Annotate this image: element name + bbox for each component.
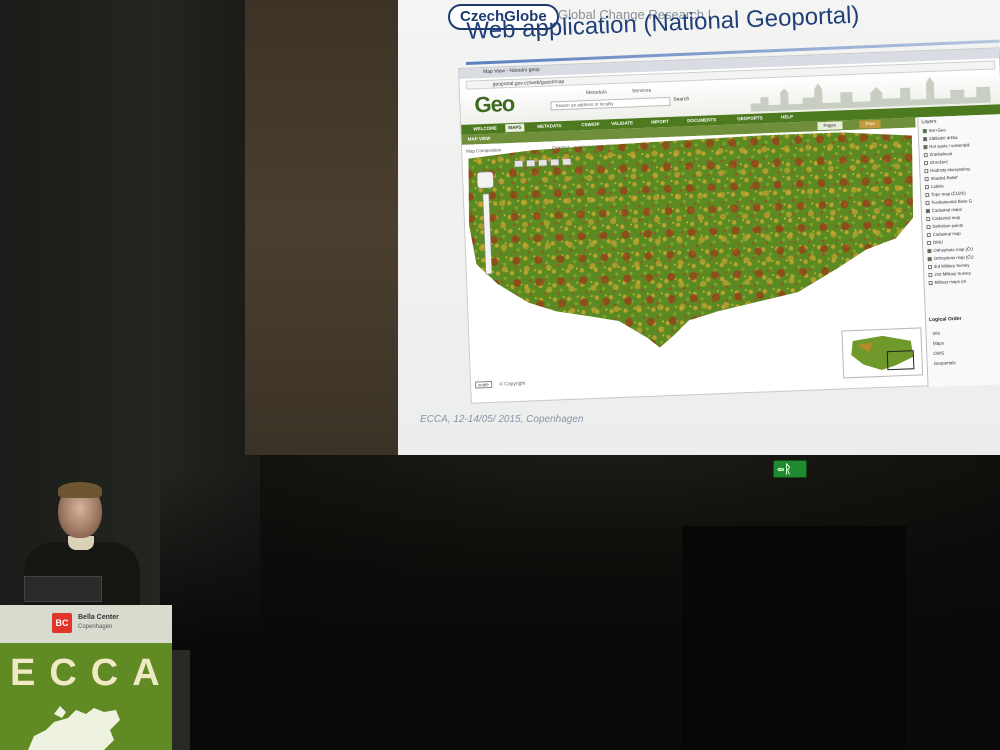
services-link: Services [631,87,652,95]
layer-checkbox [923,144,928,150]
layer-checkbox [925,208,930,214]
map-viewport: Map Composition Overlays - overlays e-pr… [461,127,926,393]
lecture-hall: CzechGlobe Global Change Research I Web … [0,0,1000,750]
bella-center-name: Bella Center [78,614,119,621]
nav-validate: VALIDATE [611,120,634,127]
exit-sign: ⇦ᚱ [773,460,807,478]
layer-checkbox [926,232,931,237]
layer-checkbox [924,168,929,174]
europe-map-icon [28,706,120,750]
layer-label: Cadastral map [932,230,961,237]
layer-checkbox [923,160,929,166]
layer-checkbox [924,184,929,190]
metadata-link: Metadata [585,89,608,97]
layer-label: Orthophoto map (ČÚ [933,246,974,253]
layer-label: Shaded Relief [930,174,958,181]
layer-label: Hodnoty ekosystému [930,166,971,173]
nav-maps: MAPS [505,123,525,133]
layer-label: Military maps (re [934,278,967,285]
presenter-hair [58,482,102,498]
browser-tab: Map View - Národní geop [483,66,540,76]
nav-documents: DOCUMENTS [687,117,717,124]
layers-title: Layers [921,118,937,126]
search-placeholder: Search an address or locality [555,101,614,109]
exit-running-man-icon: ⇦ᚱ [777,462,792,476]
layer-tree: Sm+Geo Základní držba Hot spots / vulnerab… [922,124,1000,287]
layer-checkbox [927,264,933,269]
layer-checkbox [927,256,932,261]
layer-label: 2nd Military Survey [934,270,971,277]
laptop [24,576,102,602]
layer-label: Labels [930,183,944,189]
layer-label: Orthophoto map (ČÚ [933,254,974,261]
dark-doorway [682,526,906,750]
scale-widget: scale [475,380,492,389]
presenter-collar [68,536,94,550]
map-toolbar-text: Map Composition [466,147,502,153]
overview-minimap [841,327,924,379]
layer-checkbox [928,280,933,285]
layer-label: 3rd Military Survey [933,262,970,269]
slide-footer: ECCA, 12-14/05/ 2015, Copenhagen [420,414,584,425]
layer-label: Hot spots / vulnerabil [929,142,970,149]
nav-import: IMPORT [651,118,669,125]
layer-checkbox [928,272,933,277]
nav-geoports: GEOPORTS [737,115,763,122]
nav-csw: CSW/OP [581,121,600,128]
layer-label: Sm+Geo [928,127,946,133]
layers-panel: Layers Sm+Geo Základní držba Hot spots / v… [917,114,1000,388]
print-button: Print [859,119,881,129]
nav-welcome: WELCOME [473,125,497,132]
nav-help: HELP [781,114,794,120]
search-button: Search [673,96,690,103]
geoportal-search-input: Search an address or locality [550,96,671,111]
lectern-ecca-title: ECCA [10,652,174,694]
layer-label: Cadastral maps [931,206,962,213]
layer-checkbox [926,224,931,229]
panel-link: Geoportals [933,360,956,366]
panel-links: Info Maps OWS Geoportals [932,330,956,371]
layer-checkbox [925,200,930,206]
geoportal-logo: Geo [473,90,515,118]
layer-checkbox [927,248,932,253]
map-copyright: © Copyright [499,380,526,388]
panel-tab-logical-order: Logical Order [928,315,962,324]
layer-label: Základní držba [928,134,958,141]
pages-button: Pages [817,121,843,131]
bella-center-logo-icon: BC [52,613,72,633]
projection-screen-shadow [245,0,415,455]
map-view-label: MAP VIEW [467,135,491,142]
layer-label: Fundamental Base G [931,198,973,205]
layer-label: Cadastral map [932,214,961,221]
layer-label: Topo map (ČÚZK) [931,190,966,197]
layer-checkbox [924,176,929,182]
layer-checkbox [922,136,928,142]
layer-checkbox [926,216,931,221]
layer-label: Ohrožení [929,159,948,165]
layer-checkbox [925,192,930,198]
layer-label: Zranitelnost [929,151,953,157]
nav-metadata: METADATA [537,123,562,129]
layer-label: Definition points [932,222,964,229]
geoportal-browser-screenshot: Map View - Národní geop geoportal.gov.cz… [458,47,1000,404]
layer-label: DMU [932,239,943,245]
layer-checkbox [926,240,932,245]
bella-center-city: Copenhagen [78,624,113,630]
layer-checkbox [923,152,928,158]
layer-checkbox [922,128,927,134]
